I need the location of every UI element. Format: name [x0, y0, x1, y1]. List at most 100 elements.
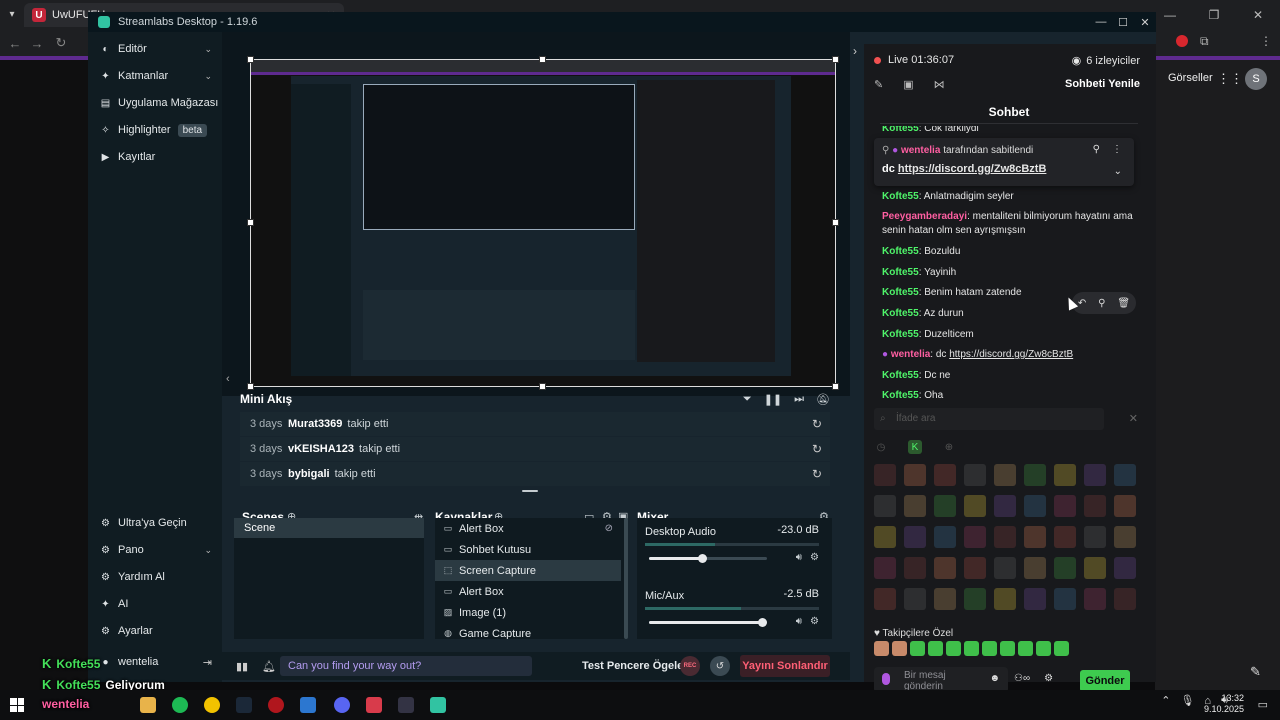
pin-icon[interactable]: ⚲: [1098, 298, 1105, 309]
reply-icon[interactable]: ↶: [1078, 298, 1086, 309]
emote[interactable]: [928, 641, 943, 656]
emote[interactable]: [1054, 464, 1076, 486]
sidebar-item-dashboard[interactable]: ⚙ Pano ⌄: [88, 537, 222, 563]
emote[interactable]: [1084, 526, 1106, 548]
emoji-icon[interactable]: ☻: [989, 673, 1000, 684]
drag-handle[interactable]: [522, 490, 538, 492]
emote[interactable]: [874, 588, 896, 610]
source-item[interactable]: ▨ Image (1): [435, 602, 621, 623]
edit-pencil-icon[interactable]: ✎: [1250, 664, 1261, 680]
emote[interactable]: [904, 495, 926, 517]
file-explorer-icon[interactable]: [140, 697, 156, 713]
pause-icon[interactable]: ❚❚: [764, 393, 782, 406]
unpin-icon[interactable]: ⚲: [1093, 144, 1100, 155]
emote[interactable]: [934, 526, 956, 548]
emote[interactable]: [1114, 526, 1136, 548]
share-icon[interactable]: ⋈: [934, 78, 945, 91]
sidebar-user[interactable]: ● wentelia ⇥: [88, 649, 222, 675]
emote[interactable]: [904, 464, 926, 486]
refresh-chat-button[interactable]: Sohbeti Yenile: [1065, 78, 1140, 90]
replay-icon[interactable]: ↻: [812, 442, 822, 456]
close-icon[interactable]: ✕: [1236, 0, 1280, 30]
emote[interactable]: [1114, 464, 1136, 486]
emote[interactable]: [1024, 526, 1046, 548]
resize-handle[interactable]: [539, 56, 546, 63]
notification-bell-icon[interactable]: 🔔︎: [262, 660, 276, 673]
emote[interactable]: [994, 464, 1016, 486]
close-icon[interactable]: ✕: [1134, 16, 1156, 29]
emote[interactable]: [964, 588, 986, 610]
emote[interactable]: [994, 588, 1016, 610]
stream-preview-canvas[interactable]: [250, 59, 836, 387]
emote[interactable]: [964, 641, 979, 656]
discord-icon[interactable]: [334, 697, 350, 713]
channel-settings-icon[interactable]: ⚙: [810, 616, 819, 627]
extension-icon[interactable]: [1176, 35, 1188, 47]
emote[interactable]: [946, 641, 961, 656]
chrome-icon[interactable]: [204, 697, 220, 713]
channel-settings-icon[interactable]: ⚙: [810, 552, 819, 563]
send-button[interactable]: Gönder: [1080, 670, 1130, 692]
scene-item[interactable]: Scene: [234, 518, 424, 538]
pinned-link[interactable]: https://discord.gg/Zw8cBztB: [898, 163, 1047, 175]
emote[interactable]: [904, 588, 926, 610]
valorant-icon[interactable]: [366, 697, 382, 713]
performance-stats-icon[interactable]: ▮▮: [236, 660, 248, 673]
emote[interactable]: [1054, 526, 1076, 548]
emote[interactable]: [1024, 557, 1046, 579]
emote[interactable]: [1054, 588, 1076, 610]
resize-handle[interactable]: [832, 56, 839, 63]
emote[interactable]: [874, 641, 889, 656]
source-item[interactable]: ◍ Game Capture: [435, 623, 621, 640]
tab-search-icon[interactable]: ▾: [4, 6, 20, 22]
browser-menu-icon[interactable]: ⋮: [1260, 34, 1272, 48]
filter-icon[interactable]: ⏷: [743, 393, 752, 406]
emote[interactable]: [1054, 557, 1076, 579]
sidebar-item-recordings[interactable]: ▶ Kayıtlar: [88, 144, 222, 170]
emote[interactable]: [934, 588, 956, 610]
emote[interactable]: [1054, 641, 1069, 656]
logout-icon[interactable]: ⇥: [203, 656, 212, 669]
emote[interactable]: [964, 495, 986, 517]
source-item[interactable]: ⬚ Screen Capture: [435, 560, 621, 581]
chat-users-icon[interactable]: ⚇∞: [1014, 673, 1030, 684]
emote[interactable]: [1114, 588, 1136, 610]
source-item[interactable]: ▭ Sohbet Kutusu: [435, 539, 621, 560]
emote[interactable]: [1084, 495, 1106, 517]
mic-icon[interactable]: 🎙︎: [1180, 694, 1194, 707]
emote[interactable]: [904, 557, 926, 579]
emote[interactable]: [1018, 641, 1033, 656]
test-widgets-label[interactable]: Test Pencere Ögeleri: [582, 660, 691, 672]
collapse-right-icon[interactable]: ›: [853, 44, 857, 58]
notification-icon[interactable]: ▭: [1258, 698, 1268, 711]
emote[interactable]: [1114, 495, 1136, 517]
sidebar-item-ai[interactable]: ✦ AI: [88, 591, 222, 617]
global-emotes-icon[interactable]: ⊕: [942, 440, 956, 454]
emote[interactable]: [1024, 588, 1046, 610]
tray-expand-icon[interactable]: ⌃: [1161, 694, 1170, 707]
emote[interactable]: [994, 495, 1016, 517]
spotify-icon[interactable]: [172, 697, 188, 713]
maximize-icon[interactable]: ❐: [1192, 0, 1236, 30]
more-options-icon[interactable]: ⋮: [1112, 144, 1122, 155]
emote[interactable]: [964, 526, 986, 548]
sidebar-item-settings[interactable]: ⚙ Ayarlar: [88, 618, 222, 644]
replay-buffer-button[interactable]: ↺: [710, 656, 730, 676]
notification-message[interactable]: Can you find your way out?: [280, 656, 532, 676]
back-icon[interactable]: ←: [6, 34, 24, 52]
emote[interactable]: [964, 464, 986, 486]
replay-icon[interactable]: ↻: [812, 417, 822, 431]
sidebar-item-highlighter[interactable]: ✧ Highlighter beta: [88, 117, 222, 143]
resize-handle[interactable]: [247, 56, 254, 63]
emote[interactable]: [874, 526, 896, 548]
speaker-icon[interactable]: 🔊︎: [796, 616, 802, 627]
streamlabs-taskbar-icon[interactable]: [430, 697, 446, 713]
emote[interactable]: [994, 557, 1016, 579]
delete-icon[interactable]: 🗑︎: [1117, 298, 1130, 309]
emote[interactable]: [910, 641, 925, 656]
close-icon[interactable]: ✕: [1129, 412, 1138, 425]
emote[interactable]: [934, 495, 956, 517]
collapse-left-icon[interactable]: ‹: [226, 373, 230, 385]
channel-emotes-icon[interactable]: K: [908, 440, 922, 454]
emote[interactable]: [892, 641, 907, 656]
